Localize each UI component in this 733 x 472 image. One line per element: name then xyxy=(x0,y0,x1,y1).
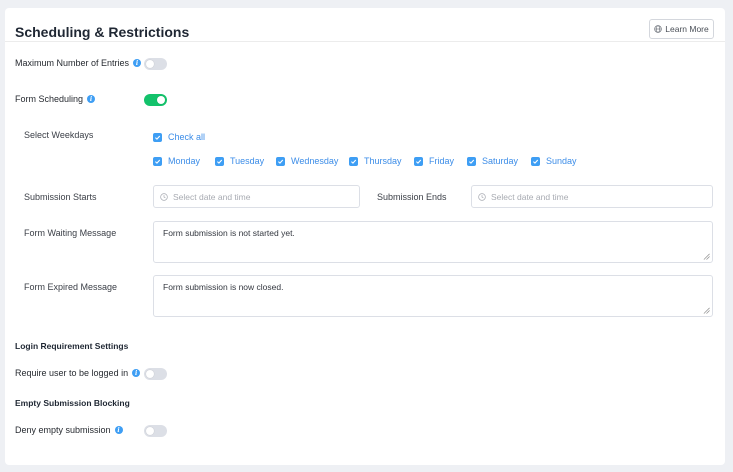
checkbox-box xyxy=(467,156,476,166)
learn-more-label: Learn More xyxy=(665,24,709,34)
max-entries-label: Maximum Number of Entries i xyxy=(15,58,142,68)
clock-icon xyxy=(478,192,486,201)
settings-panel: Scheduling & Restrictions Learn More Max… xyxy=(5,8,725,465)
weekday-label: Wednesday xyxy=(291,156,339,166)
resize-handle-icon[interactable] xyxy=(703,253,710,260)
checkmark-icon xyxy=(155,135,161,140)
checkmark-icon xyxy=(533,159,539,164)
submission-starts-placeholder: Select date and time xyxy=(173,191,251,202)
weekday-label: Tuesday xyxy=(230,156,265,166)
weekday-thursday-checkbox[interactable]: Thursday xyxy=(349,156,402,166)
check-all-checkbox[interactable]: Check all xyxy=(153,132,205,142)
form-scheduling-text: Form Scheduling xyxy=(15,94,84,104)
weekday-friday-checkbox[interactable]: Friday xyxy=(414,156,454,166)
checkmark-icon xyxy=(278,159,284,164)
info-icon[interactable]: i xyxy=(133,59,142,67)
login-section-heading: Login Requirement Settings xyxy=(15,341,129,351)
page-title: Scheduling & Restrictions xyxy=(15,24,190,40)
info-icon[interactable]: i xyxy=(114,426,123,434)
clock-icon xyxy=(160,192,168,201)
expired-message-textarea[interactable]: Form submission is now closed. xyxy=(153,275,713,317)
weekday-wednesday-checkbox[interactable]: Wednesday xyxy=(276,156,338,166)
weekday-label: Thursday xyxy=(364,156,402,166)
waiting-message-value: Form submission is not started yet. xyxy=(163,228,295,238)
checkbox-box xyxy=(414,156,423,166)
learn-more-button[interactable]: Learn More xyxy=(649,19,714,39)
globe-icon xyxy=(654,25,662,33)
checkmark-icon xyxy=(351,159,357,164)
weekdays-label: Select Weekdays xyxy=(24,130,94,140)
submission-starts-input[interactable]: Select date and time xyxy=(153,185,360,208)
weekday-label: Saturday xyxy=(482,156,519,166)
deny-empty-toggle[interactable] xyxy=(144,425,167,437)
checkbox-box xyxy=(153,132,162,142)
weekday-saturday-checkbox[interactable]: Saturday xyxy=(467,156,518,166)
form-scheduling-label: Form Scheduling i xyxy=(15,94,96,104)
login-required-toggle[interactable] xyxy=(144,368,167,380)
submission-ends-input[interactable]: Select date and time xyxy=(471,185,713,208)
form-scheduling-toggle[interactable] xyxy=(144,94,167,106)
weekday-monday-checkbox[interactable]: Monday xyxy=(153,156,200,166)
login-required-label: Require user to be logged in i xyxy=(15,368,141,378)
expired-message-label: Form Expired Message xyxy=(24,282,118,292)
waiting-message-label: Form Waiting Message xyxy=(24,228,117,238)
submission-ends-label: Submission Ends xyxy=(377,192,447,202)
deny-empty-text: Deny empty submission xyxy=(15,425,111,435)
max-entries-text: Maximum Number of Entries xyxy=(15,58,130,68)
login-required-text: Require user to be logged in xyxy=(15,368,129,378)
expired-message-value: Form submission is now closed. xyxy=(163,282,284,292)
checkbox-box xyxy=(349,156,358,166)
panel-header: Scheduling & Restrictions Learn More xyxy=(5,8,725,42)
submission-ends-placeholder: Select date and time xyxy=(491,191,569,202)
waiting-message-textarea[interactable]: Form submission is not started yet. xyxy=(153,221,713,263)
weekday-sunday-checkbox[interactable]: Sunday xyxy=(531,156,577,166)
checkmark-icon xyxy=(416,159,422,164)
deny-empty-label: Deny empty submission i xyxy=(15,425,123,435)
weekday-label: Friday xyxy=(429,156,455,166)
check-all-label: Check all xyxy=(168,132,206,142)
checkmark-icon xyxy=(155,159,161,164)
weekday-label: Sunday xyxy=(546,156,577,166)
info-icon[interactable]: i xyxy=(132,369,141,377)
info-icon[interactable]: i xyxy=(87,95,96,103)
checkbox-box xyxy=(276,156,285,166)
max-entries-toggle[interactable] xyxy=(144,58,167,70)
resize-handle-icon[interactable] xyxy=(703,307,710,314)
checkbox-box xyxy=(153,156,162,166)
checkmark-icon xyxy=(217,159,223,164)
checkmark-icon xyxy=(469,159,475,164)
weekday-label: Monday xyxy=(168,156,201,166)
checkbox-box xyxy=(215,156,224,166)
checkbox-box xyxy=(531,156,540,166)
submission-starts-label: Submission Starts xyxy=(24,192,97,202)
weekday-tuesday-checkbox[interactable]: Tuesday xyxy=(215,156,264,166)
empty-section-heading: Empty Submission Blocking xyxy=(15,398,130,408)
